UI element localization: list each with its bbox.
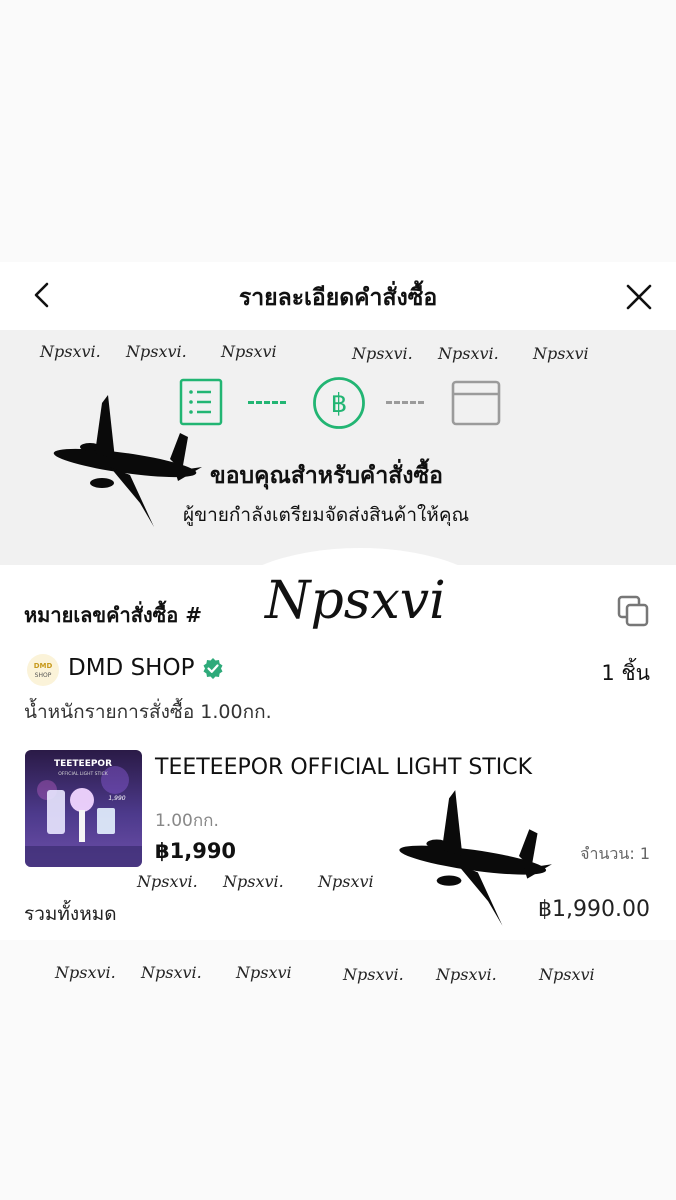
product-quantity: จำนวน: 1 <box>580 844 650 863</box>
thank-you-heading: ขอบคุณสำหรับคำสั่งซื้อ <box>210 463 443 489</box>
svg-text:DMD: DMD <box>34 662 53 670</box>
status-subtitle: ผู้ขายกำลังเตรียมจัดส่งสินค้าให้คุณ <box>183 504 470 526</box>
watermark-text: Npsxvi <box>533 344 589 363</box>
airplane-sticker-icon <box>399 790 552 926</box>
order-weight: น้ำหนักรายการสั่งซื้อ 1.00กก. <box>24 701 272 723</box>
order-status-section: Npsxvi. Npsxvi. Npsxvi Npsxvi. Npsxvi. N… <box>0 330 676 565</box>
order-number-label: หมายเลขคำสั่งซื้อ # <box>24 603 202 627</box>
watermark-text: Npsxvi. <box>438 344 499 363</box>
svg-text:SHOP: SHOP <box>35 672 52 679</box>
product-thumbnail[interactable]: TEETEEPOR OFFICIAL LIGHT STICK 1,990 <box>25 750 142 867</box>
page-title: รายละเอียดคำสั่งซื้อ <box>238 285 438 311</box>
thumb-subtitle: OFFICIAL LIGHT STICK <box>58 771 108 777</box>
total-label: รวมทั้งหมด <box>24 903 117 925</box>
payment-baht-icon: ฿ <box>313 377 365 429</box>
product-weight: 1.00กก. <box>155 811 219 831</box>
watermark-text: Npsxvi. <box>352 344 413 363</box>
shipping-box-icon <box>451 380 501 426</box>
shop-name[interactable]: DMD SHOP <box>68 655 194 681</box>
progress-connector <box>386 401 424 404</box>
watermark-text: Npsxvi. <box>126 342 187 361</box>
thumb-title: TEETEEPOR <box>54 759 112 769</box>
watermark-text: Npsxvi. <box>40 342 101 361</box>
watermark-text: Npsxvi <box>221 342 277 361</box>
shop-logo[interactable]: DMD SHOP <box>24 653 62 687</box>
watermark-text: Npsxvi. <box>343 965 404 984</box>
verified-badge-icon <box>203 658 223 679</box>
copy-icon[interactable] <box>617 595 649 627</box>
progress-connector <box>248 401 286 404</box>
header-bar: รายละเอียดคำสั่งซื้อ <box>0 262 676 330</box>
watermark-text: Npsxvi <box>539 965 595 984</box>
watermark-text: Npsxvi. <box>137 872 198 891</box>
svg-text:฿: ฿ <box>331 389 348 419</box>
product-price: ฿1,990 <box>155 839 237 863</box>
total-value: ฿1,990.00 <box>538 897 650 922</box>
watermark-text: Npsxvi <box>236 963 292 982</box>
watermark-signature: Npsxvi <box>265 571 446 631</box>
watermark-text: Npsxvi. <box>436 965 497 984</box>
watermark-text: Npsxvi. <box>223 872 284 891</box>
thumb-price: 1,990 <box>108 795 125 802</box>
watermark-text: Npsxvi. <box>141 963 202 982</box>
airplane-sticker-icon <box>53 395 202 527</box>
watermark-text: Npsxvi <box>318 872 374 891</box>
item-count: 1 ชิ้น <box>601 661 650 685</box>
order-card: หมายเลขคำสั่งซื้อ # Npsxvi DMD SHOP DMD … <box>0 565 676 940</box>
watermark-text: Npsxvi. <box>55 963 116 982</box>
close-icon[interactable] <box>624 282 654 312</box>
